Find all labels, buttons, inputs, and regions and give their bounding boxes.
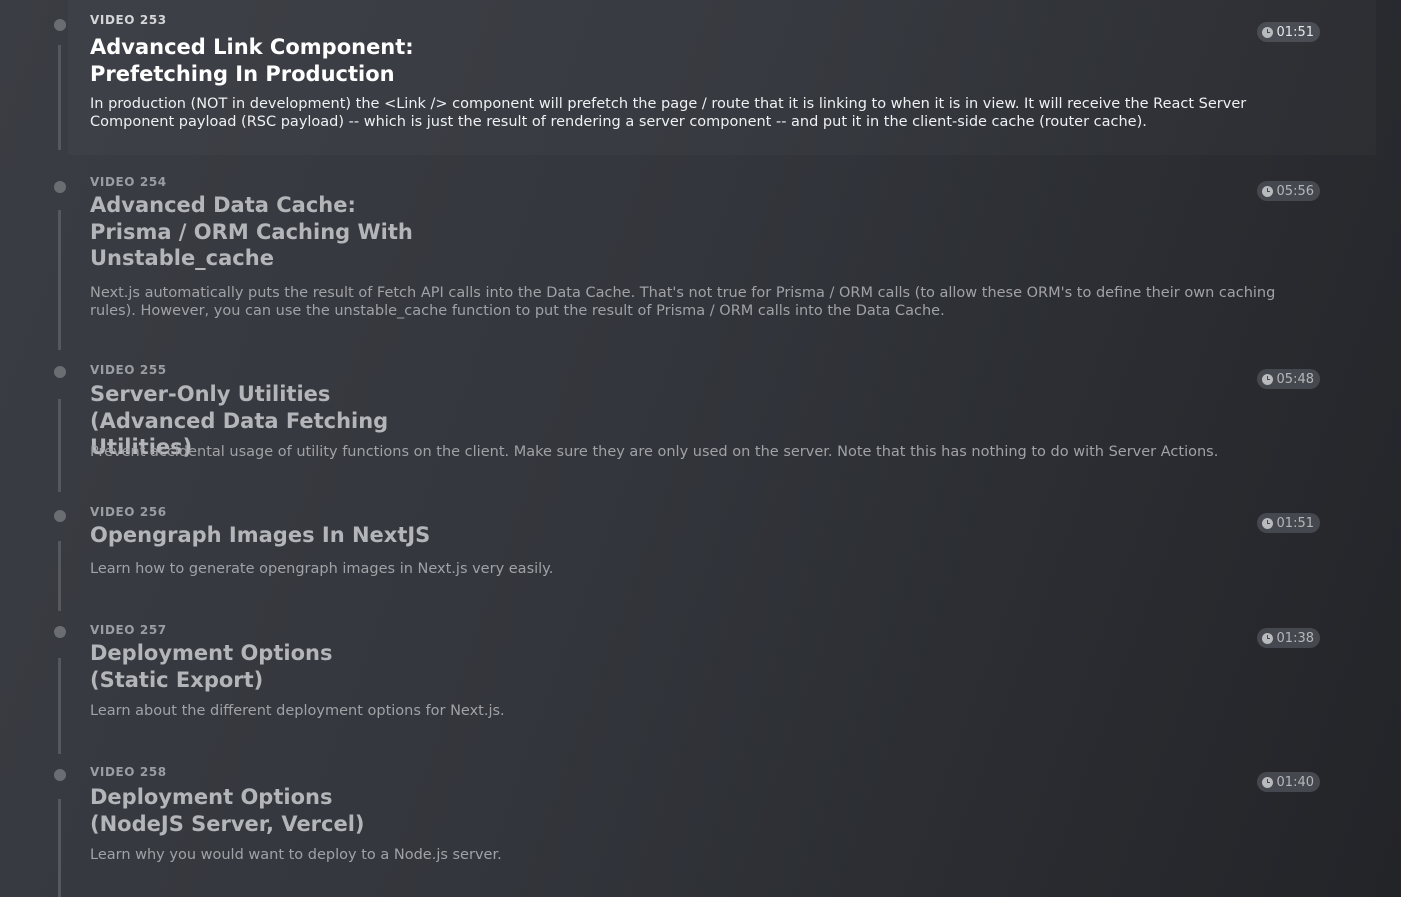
timeline-line — [58, 210, 61, 350]
duration-badge: 01:51 — [1256, 513, 1320, 533]
duration-badge: 01:51 — [1256, 22, 1320, 42]
duration-text: 01:51 — [1276, 24, 1314, 40]
video-description: Prevent accidental usage of utility func… — [90, 444, 1219, 460]
duration-text: 01:38 — [1276, 630, 1314, 646]
video-number: VIDEO 254 — [90, 175, 167, 189]
duration-text: 01:40 — [1276, 774, 1314, 790]
timeline-dot-icon — [54, 181, 66, 193]
clock-icon — [1261, 26, 1273, 38]
video-item-258[interactable]: VIDEO 258 Deployment Options (NodeJS Ser… — [0, 760, 1401, 897]
video-description: Next.js automatically puts the result of… — [90, 285, 1276, 319]
video-item-256[interactable]: VIDEO 256 Opengraph Images In NextJS Lea… — [0, 500, 1401, 618]
duration-badge: 01:40 — [1256, 772, 1320, 792]
duration-badge: 05:56 — [1256, 181, 1320, 201]
timeline-dot-icon — [54, 769, 66, 781]
video-description: Learn why you would want to deploy to a … — [90, 847, 502, 863]
clock-icon — [1261, 517, 1273, 529]
timeline-line — [58, 541, 61, 611]
video-number: VIDEO 257 — [90, 623, 167, 637]
video-item-254[interactable]: VIDEO 254 Advanced Data Cache: Prisma / … — [0, 160, 1401, 355]
timeline-dot-icon — [54, 19, 66, 31]
clock-icon — [1261, 776, 1273, 788]
video-description: In production (NOT in development) the <… — [90, 96, 1247, 130]
duration-badge: 05:48 — [1256, 369, 1320, 389]
duration-badge: 01:38 — [1256, 628, 1320, 648]
clock-icon — [1261, 632, 1273, 644]
timeline-line — [58, 799, 61, 897]
timeline-dot-icon — [54, 626, 66, 638]
timeline-dot-icon — [54, 510, 66, 522]
duration-text: 01:51 — [1276, 515, 1314, 531]
video-item-253[interactable]: VIDEO 253 Advanced Link Component: Prefe… — [0, 0, 1401, 160]
timeline-dot-icon — [54, 366, 66, 378]
video-number: VIDEO 256 — [90, 505, 167, 519]
video-number: VIDEO 258 — [90, 765, 167, 779]
timeline-line — [58, 45, 61, 150]
duration-text: 05:48 — [1276, 371, 1314, 387]
video-title[interactable]: Advanced Link Component: Prefetching In … — [90, 34, 435, 87]
video-description: Learn how to generate opengraph images i… — [90, 561, 554, 577]
clock-icon — [1261, 185, 1273, 197]
video-item-255[interactable]: VIDEO 255 Server-Only Utilities (Advance… — [0, 355, 1401, 500]
video-title[interactable]: Advanced Data Cache: Prisma / ORM Cachin… — [90, 192, 435, 272]
video-number: VIDEO 255 — [90, 363, 167, 377]
timeline-line — [58, 399, 61, 492]
video-description: Learn about the different deployment opt… — [90, 703, 505, 719]
video-title[interactable]: Deployment Options (NodeJS Server, Verce… — [90, 784, 430, 837]
video-number: VIDEO 253 — [90, 13, 167, 27]
video-item-257[interactable]: VIDEO 257 Deployment Options (Static Exp… — [0, 618, 1401, 760]
clock-icon — [1261, 373, 1273, 385]
duration-text: 05:56 — [1276, 183, 1314, 199]
video-title[interactable]: Deployment Options (Static Export) — [90, 640, 410, 693]
video-title[interactable]: Opengraph Images In NextJS — [90, 522, 590, 549]
timeline-line — [58, 658, 61, 754]
